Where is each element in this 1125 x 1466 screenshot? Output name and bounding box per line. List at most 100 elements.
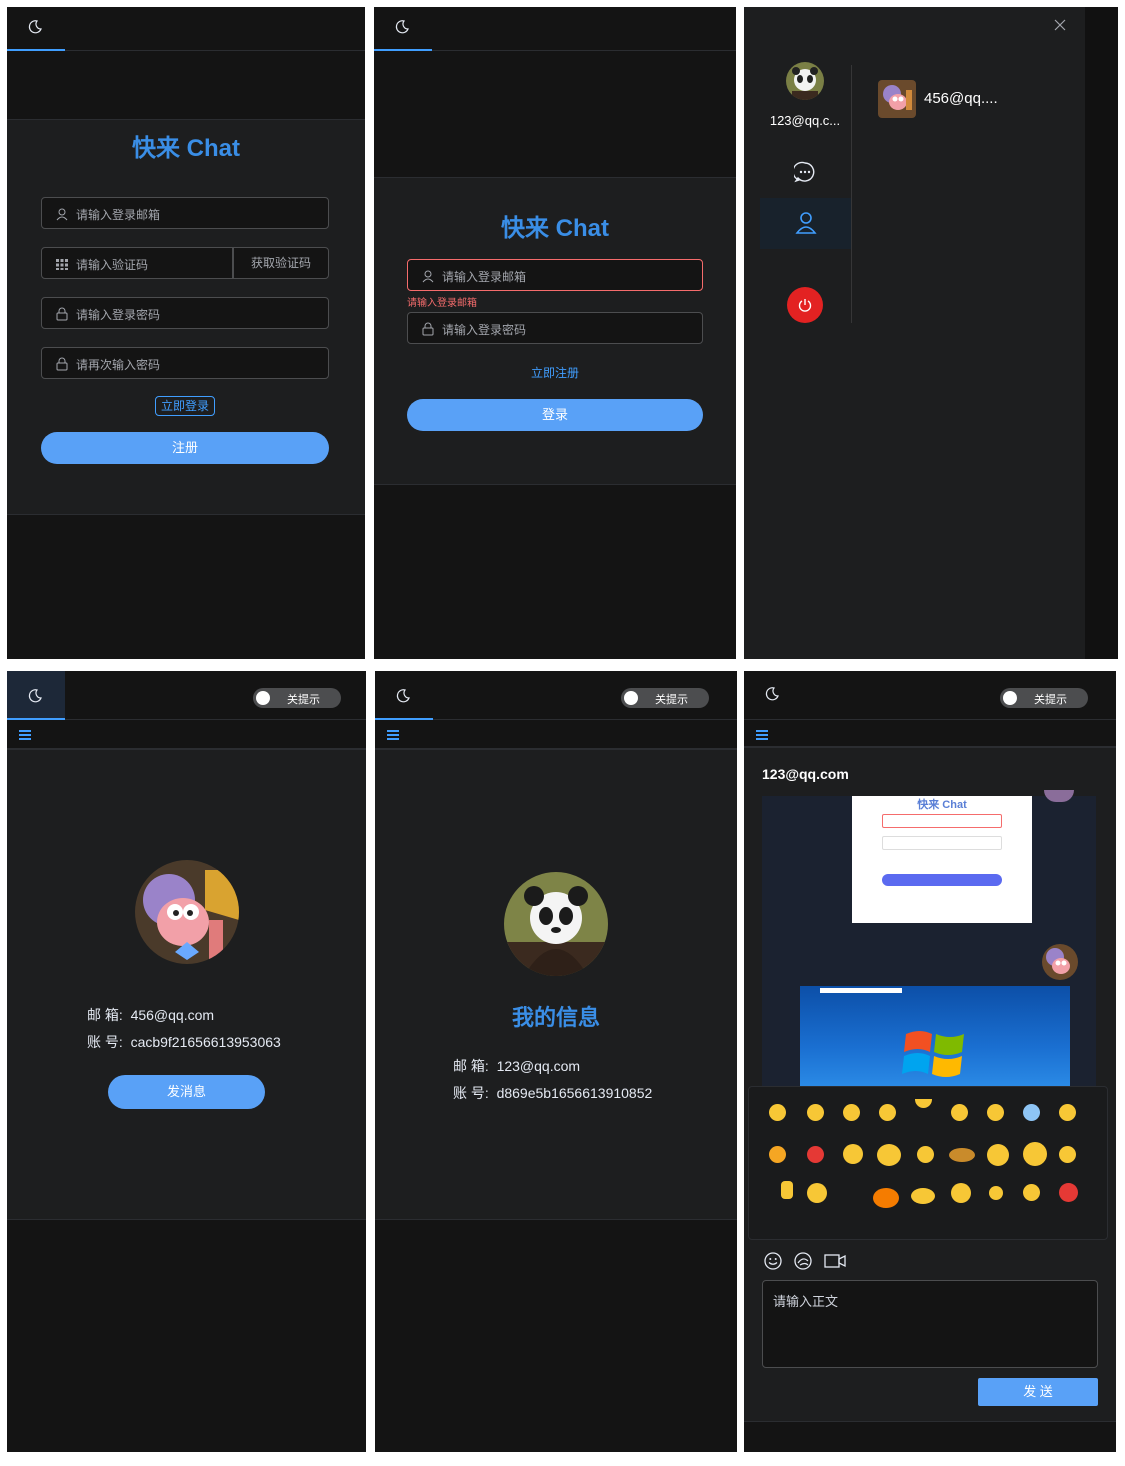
- power-icon: [798, 299, 812, 312]
- screenshot-window: [820, 988, 902, 993]
- contact-avatar[interactable]: [878, 80, 916, 118]
- message-input-placeholder: 请输入正文: [773, 1294, 839, 1309]
- password-placeholder: 请输入登录密码: [442, 323, 527, 337]
- screenshot-button: [882, 874, 1002, 886]
- emoji-23[interactable]: [951, 1183, 971, 1203]
- emoji-9[interactable]: [1059, 1104, 1076, 1121]
- register-card: 快来 Chat 请输入登录邮箱 请输入验证码 获取验证码 请输入登录密码 请再次…: [7, 119, 365, 515]
- emoji-21[interactable]: [873, 1188, 899, 1208]
- message-input[interactable]: 请输入正文: [762, 1280, 1098, 1368]
- password-placeholder: 请输入登录密码: [76, 308, 161, 322]
- emoji-7[interactable]: [987, 1104, 1004, 1121]
- moon-icon[interactable]: [27, 19, 43, 35]
- password-field[interactable]: 请输入登录密码: [407, 312, 703, 344]
- lock-icon: [56, 307, 68, 321]
- emoji-10[interactable]: [769, 1146, 786, 1163]
- emoji-3[interactable]: [843, 1104, 860, 1121]
- emoji-12[interactable]: [843, 1144, 863, 1164]
- send-button[interactable]: 发 送: [978, 1378, 1098, 1406]
- emoji-2[interactable]: [807, 1104, 824, 1121]
- emoji-11[interactable]: [807, 1146, 824, 1163]
- password-field[interactable]: 请输入登录密码: [41, 297, 329, 329]
- image-message[interactable]: 快来 Chat: [852, 796, 1032, 923]
- emoji-18[interactable]: [1059, 1146, 1076, 1163]
- page-title: 我的信息: [511, 1005, 600, 1030]
- emoji-26[interactable]: [1059, 1183, 1078, 1202]
- register-button[interactable]: 注册: [41, 432, 329, 464]
- message-list[interactable]: 快来 Chat: [762, 790, 1096, 1088]
- menu-icon[interactable]: [19, 730, 31, 740]
- moon-icon[interactable]: [394, 19, 410, 35]
- email-row: 邮 箱: 123@qq.com: [453, 1056, 580, 1076]
- close-icon[interactable]: [1054, 19, 1066, 31]
- register-link[interactable]: 立即注册: [374, 364, 736, 381]
- emoji-8[interactable]: [1023, 1104, 1040, 1121]
- emoji-17[interactable]: [1023, 1142, 1047, 1166]
- emoji-24[interactable]: [989, 1186, 1003, 1200]
- friend-profile-screen: 关提示 邮 箱: 456@qq.com 账 号: cacb9f216566139…: [7, 671, 366, 1452]
- profile-card: 邮 箱: 456@qq.com 账 号: cacb9f2165661395306…: [7, 749, 366, 1220]
- toggle-knob: [256, 691, 270, 705]
- password-confirm-field[interactable]: 请再次输入密码: [41, 347, 329, 379]
- user-icon: [56, 208, 68, 221]
- menu-row: [7, 721, 366, 749]
- toggle-knob: [624, 691, 638, 705]
- login-link[interactable]: 立即登录: [155, 396, 215, 416]
- emoji-19[interactable]: [781, 1181, 793, 1199]
- emoji-1[interactable]: [769, 1104, 786, 1121]
- toggle-label: 关提示: [655, 694, 688, 706]
- sender-avatar: [1042, 944, 1078, 980]
- emoji-icon[interactable]: [764, 1252, 782, 1270]
- moon-icon[interactable]: [764, 686, 780, 702]
- emoji-15[interactable]: [949, 1148, 975, 1162]
- screenshot-field: [882, 836, 1002, 850]
- grid-icon: [56, 259, 68, 270]
- emoji-22[interactable]: [911, 1188, 935, 1204]
- moon-icon[interactable]: [395, 688, 411, 704]
- top-nav: 关提示: [375, 671, 737, 720]
- sender-avatar: [1044, 790, 1074, 802]
- logout-button[interactable]: [787, 287, 823, 323]
- email-field[interactable]: 请输入登录邮箱: [41, 197, 329, 229]
- email-label: 邮 箱:: [453, 1058, 489, 1074]
- login-card: 快来 Chat 请输入登录邮箱 请输入登录邮箱 请输入登录密码 立即注册 登录: [374, 177, 736, 485]
- contacts-nav-active[interactable]: [760, 198, 851, 249]
- email-value: 123@qq.com: [496, 1058, 581, 1074]
- email-field[interactable]: 请输入登录邮箱: [407, 259, 703, 291]
- emoji-picker[interactable]: [748, 1086, 1108, 1240]
- toggle-label: 关提示: [1034, 694, 1067, 706]
- emoji-14[interactable]: [917, 1146, 934, 1163]
- email-value: 456@qq.com: [130, 1007, 215, 1023]
- login-button[interactable]: 登录: [407, 399, 703, 431]
- get-code-button[interactable]: 获取验证码: [233, 247, 329, 279]
- emoji-16[interactable]: [987, 1144, 1009, 1166]
- code-field[interactable]: 请输入验证码: [41, 247, 233, 279]
- sticker-icon[interactable]: [794, 1252, 812, 1270]
- app-title: 快来 Chat: [132, 135, 240, 162]
- emoji-25[interactable]: [1023, 1184, 1040, 1201]
- emoji-13[interactable]: [877, 1144, 901, 1166]
- contact-name[interactable]: 456@qq....: [924, 90, 998, 107]
- account-row: 账 号: cacb9f21656613953063: [87, 1032, 281, 1052]
- video-icon[interactable]: [824, 1254, 846, 1268]
- password-confirm-placeholder: 请再次输入密码: [76, 358, 161, 372]
- my-name: 123@qq.c...: [769, 113, 841, 128]
- menu-icon[interactable]: [387, 730, 399, 740]
- emoji-4[interactable]: [879, 1104, 896, 1121]
- notification-toggle[interactable]: 关提示: [253, 688, 341, 708]
- send-message-button[interactable]: 发消息: [108, 1075, 265, 1109]
- emoji-6[interactable]: [951, 1104, 968, 1121]
- active-tab-indicator: [374, 49, 432, 51]
- moon-icon[interactable]: [27, 688, 43, 704]
- menu-icon[interactable]: [756, 730, 768, 740]
- emoji-5[interactable]: [915, 1099, 932, 1108]
- image-message[interactable]: [800, 986, 1070, 1088]
- emoji-20[interactable]: [807, 1183, 827, 1203]
- account-label: 账 号:: [87, 1034, 123, 1050]
- notification-toggle[interactable]: 关提示: [1000, 688, 1088, 708]
- chat-icon[interactable]: [794, 161, 816, 183]
- my-avatar[interactable]: [786, 62, 824, 100]
- notification-toggle[interactable]: 关提示: [621, 688, 709, 708]
- screenshot-title: 快来 Chat: [917, 799, 967, 811]
- top-nav: [7, 7, 365, 51]
